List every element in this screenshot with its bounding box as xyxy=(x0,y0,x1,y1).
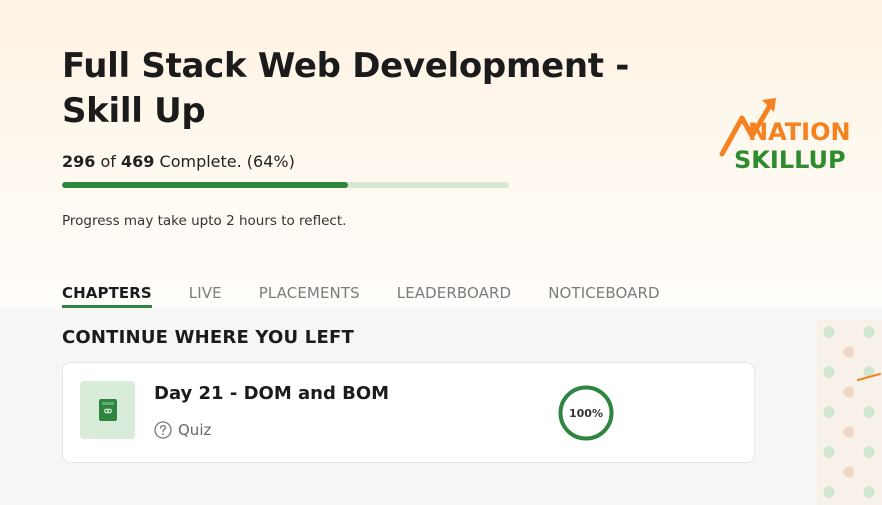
progress-of: of xyxy=(100,152,116,171)
progress-done: 296 xyxy=(62,152,96,171)
course-title: Full Stack Web Development - Skill Up xyxy=(62,46,630,131)
decorative-arrow-icon xyxy=(857,373,881,381)
tab-live[interactable]: LIVE xyxy=(189,284,222,308)
completion-ring: 100% xyxy=(557,384,615,442)
card-title[interactable]: Day 21 - DOM and BOM xyxy=(154,383,389,404)
logo-line1: NATION xyxy=(748,118,851,146)
course-tabs: CHAPTERS LIVE PLACEMENTS LEADERBOARD NOT… xyxy=(62,280,697,308)
progress-bar xyxy=(62,182,509,188)
progress-note: Progress may take upto 2 hours to reflec… xyxy=(62,213,347,229)
book-icon xyxy=(98,399,117,421)
progress-suffix: Complete. (64%) xyxy=(159,152,295,171)
logo-line2: SKILLUP xyxy=(734,146,846,174)
section-title: CONTINUE WHERE YOU LEFT xyxy=(62,327,354,348)
progress-summary: 296 of 469 Complete. (64%) xyxy=(62,152,295,171)
tab-placements[interactable]: PLACEMENTS xyxy=(259,284,360,308)
side-decoration xyxy=(817,320,882,505)
card-type: Quiz xyxy=(154,421,211,439)
question-circle-icon xyxy=(154,421,172,439)
card-thumbnail xyxy=(80,381,135,439)
completion-label: 100% xyxy=(569,406,603,420)
progress-bar-fill xyxy=(62,182,349,188)
tab-leaderboard[interactable]: LEADERBOARD xyxy=(397,284,511,308)
tab-noticeboard[interactable]: NOTICEBOARD xyxy=(548,284,659,308)
nation-skillup-logo: NATION SKILLUP xyxy=(719,98,851,174)
continue-card[interactable]: Day 21 - DOM and BOM Quiz 100% xyxy=(62,362,755,463)
tab-chapters[interactable]: CHAPTERS xyxy=(62,284,152,308)
progress-total: 469 xyxy=(121,152,155,171)
card-type-label: Quiz xyxy=(178,421,212,439)
